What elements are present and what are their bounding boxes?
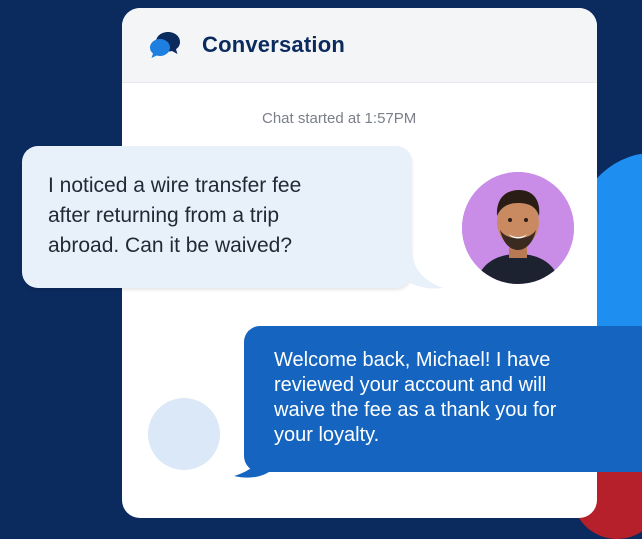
chat-bubbles-icon (150, 32, 180, 58)
conversation-header: Conversation (122, 8, 597, 83)
agent-bubble-tail (234, 440, 272, 478)
agent-avatar-placeholder (148, 398, 220, 470)
agent-message-text: Welcome back, Michael! I have reviewed y… (274, 349, 557, 446)
chat-started-timestamp: Chat started at 1:57PM (262, 110, 417, 127)
page-title: Conversation (202, 32, 345, 57)
customer-photo (462, 172, 574, 284)
customer-avatar (462, 172, 574, 284)
customer-bubble-tail (406, 250, 444, 289)
customer-message-text: I noticed a wire transfer fee after retu… (48, 174, 302, 257)
